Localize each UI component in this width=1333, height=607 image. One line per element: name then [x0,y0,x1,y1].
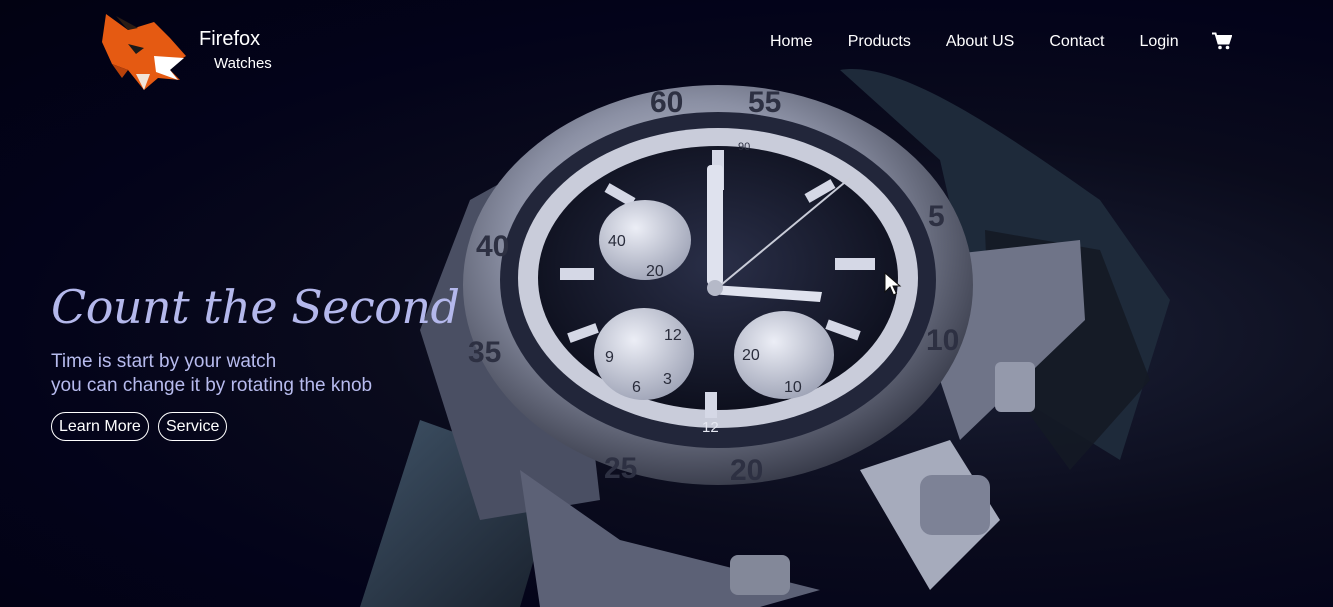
service-button[interactable]: Service [158,412,228,441]
subdial-number: 3 [663,371,672,388]
nav-products[interactable]: Products [848,33,911,51]
learn-more-button[interactable]: Learn More [51,412,149,441]
subdial-number: 12 [664,327,682,344]
nav-contact[interactable]: Contact [1049,33,1104,51]
bezel-number: 40 [476,230,509,263]
hero-title: Count the Second [51,280,460,334]
bezel-number: 55 [748,86,781,119]
brand-name: Firefox [199,28,261,50]
bezel-number: 20 [730,454,763,487]
bezel-number: 10 [926,324,959,357]
date-marker: 12 [702,419,719,436]
hero-tagline-1: Time is start by your watch [51,351,277,372]
scale-mark: 90 [738,141,750,153]
cart-icon[interactable] [1211,32,1232,50]
brand-subtitle: Watches [214,55,272,72]
mouse-cursor-icon [884,272,902,296]
subdial-number: 20 [742,347,760,364]
fox-logo-icon[interactable] [98,8,190,92]
subdial-number: 6 [632,379,641,396]
bezel-number: 60 [650,86,683,119]
subdial-number: 40 [608,233,626,250]
nav-login[interactable]: Login [1139,33,1178,51]
subdial-number: 20 [646,263,664,280]
bezel-number: 25 [604,452,637,485]
hero-tagline-2: you can change it by rotating the knob [51,375,373,396]
subdial-number: 9 [605,349,614,366]
nav-home[interactable]: Home [770,33,813,51]
bezel-number: 5 [928,200,945,233]
nav-about-us[interactable]: About US [946,33,1014,51]
bezel-number: 35 [468,336,501,369]
main-nav: Home Products About US Contact Login [770,32,1232,51]
subdial-number: 10 [784,379,802,396]
